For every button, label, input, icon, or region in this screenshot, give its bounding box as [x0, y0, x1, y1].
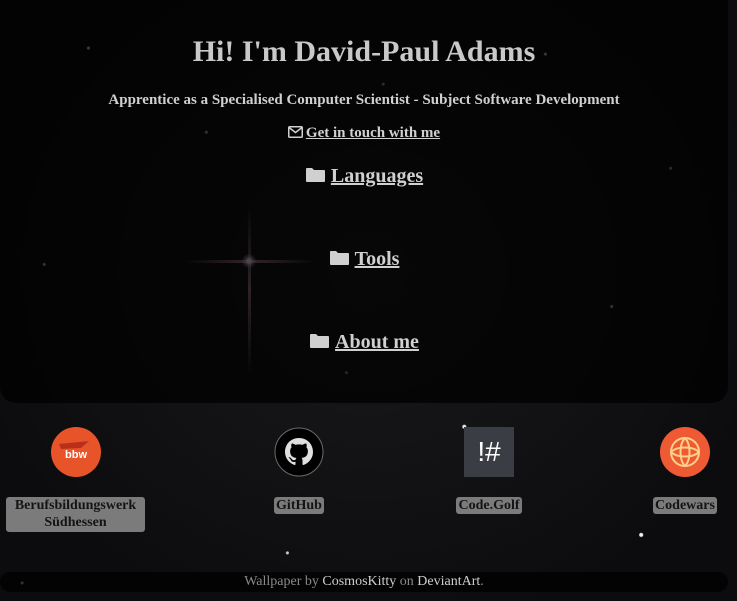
codewars-logo-icon	[660, 427, 710, 477]
github-logo-icon	[274, 427, 324, 477]
about-me-link[interactable]: About me	[309, 331, 419, 353]
section-tools: Tools	[0, 248, 728, 271]
footer-credit: Wallpaper by CosmosKitty on DeviantArt.	[0, 572, 728, 592]
contact-row: Get in touch with me	[0, 125, 728, 142]
contact-label: Get in touch with me	[305, 125, 441, 141]
link-github[interactable]: GitHub	[262, 427, 336, 514]
folder-icon	[329, 251, 349, 265]
section-about-me: About me	[0, 331, 728, 354]
folder-icon	[310, 334, 330, 348]
envelope-icon	[287, 126, 303, 138]
section-about-me-label: About me	[335, 331, 419, 353]
page-title: Hi! I'm David-Paul Adams	[192, 35, 536, 68]
section-tools-label: Tools	[354, 248, 400, 270]
footer-suffix: .	[480, 574, 484, 589]
hero-panel: Hi! I'm David-Paul Adams Apprentice as a…	[0, 0, 728, 403]
link-github-label: GitHub	[274, 497, 324, 514]
section-languages-label: Languages	[330, 165, 424, 187]
link-codegolf[interactable]: !# Code.Golf	[444, 427, 534, 514]
link-bbw[interactable]: bbw Berufsbildungswerk Südhessen	[6, 427, 145, 532]
bbw-logo-icon: bbw	[50, 427, 101, 477]
footer-middle: on	[399, 574, 414, 589]
deviantart-link[interactable]: DeviantArt	[417, 574, 480, 589]
author-link[interactable]: CosmosKitty	[322, 574, 396, 589]
folder-icon	[305, 168, 325, 182]
languages-link[interactable]: Languages	[305, 165, 423, 187]
external-links-bar: bbw Berufsbildungswerk Südhessen GitHub …	[0, 403, 737, 553]
link-bbw-label: Berufsbildungswerk Südhessen	[6, 497, 145, 532]
footer-prefix: Wallpaper by	[244, 574, 319, 589]
contact-link[interactable]: Get in touch with me	[287, 125, 441, 141]
code-golf-logo-icon: !#	[464, 427, 514, 477]
svg-text:!#: !#	[477, 436, 501, 467]
page-subtitle: Apprentice as a Specialised Computer Sci…	[108, 92, 620, 108]
link-codewars-label: Codewars	[653, 497, 717, 514]
svg-text:bbw: bbw	[65, 449, 87, 461]
link-codegolf-label: Code.Golf	[456, 497, 522, 514]
tools-link[interactable]: Tools	[329, 248, 400, 270]
link-codewars[interactable]: Codewars	[648, 427, 722, 514]
section-languages: Languages	[0, 165, 728, 188]
